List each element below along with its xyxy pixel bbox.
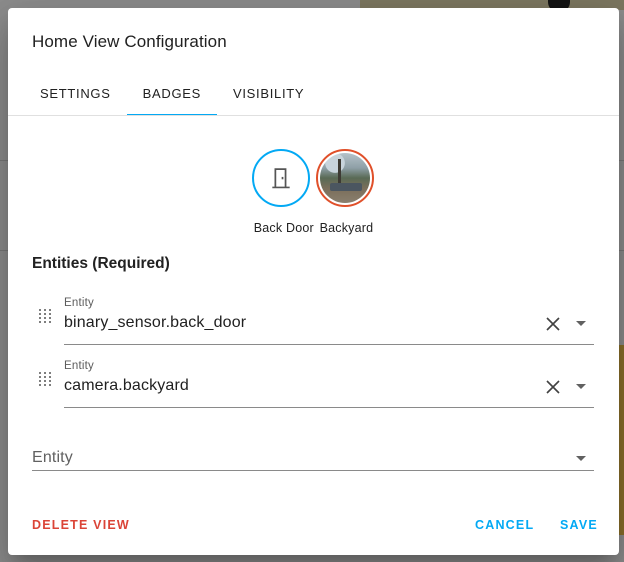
entity-field-value[interactable]: binary_sensor.back_door — [64, 314, 246, 332]
chevron-down-icon[interactable] — [576, 384, 586, 389]
save-button[interactable]: SAVE — [560, 518, 598, 532]
badge-circle — [252, 149, 310, 207]
chevron-down-icon[interactable] — [576, 456, 586, 461]
entity-field-value[interactable]: camera.backyard — [64, 377, 189, 395]
new-entity-picker[interactable]: Entity — [32, 439, 594, 471]
badge-label-backyard: Backyard — [319, 221, 374, 235]
tab-settings[interactable]: SETTINGS — [24, 70, 127, 116]
view-config-dialog: Home View Configuration SETTINGS BADGES … — [8, 8, 619, 555]
entity-field[interactable]: Entity binary_sensor.back_door — [64, 287, 594, 345]
entity-row: Entity camera.backyard — [32, 350, 602, 408]
clear-icon[interactable] — [544, 378, 562, 396]
door-icon — [272, 168, 290, 189]
delete-view-button[interactable]: DELETE VIEW — [32, 518, 130, 532]
badge-backyard[interactable] — [315, 149, 375, 207]
cancel-button[interactable]: CANCEL — [475, 518, 534, 532]
badge-labels: Back Door Backyard — [8, 221, 619, 235]
entity-field-label: Entity — [64, 360, 94, 372]
badge-circle — [316, 149, 374, 207]
drag-handle-icon[interactable] — [38, 309, 51, 325]
entity-field-label: Entity — [64, 297, 94, 309]
dialog-title: Home View Configuration — [32, 32, 227, 51]
chevron-down-icon[interactable] — [576, 321, 586, 326]
entities-section-title: Entities (Required) — [32, 255, 170, 272]
tab-visibility[interactable]: VISIBILITY — [217, 70, 320, 116]
tabs-divider — [8, 115, 619, 116]
badge-back-door[interactable] — [251, 149, 311, 207]
new-entity-placeholder[interactable]: Entity — [32, 449, 73, 467]
tab-badges[interactable]: BADGES — [126, 70, 218, 116]
entity-row: Entity binary_sensor.back_door — [32, 287, 602, 345]
badge-label-back-door: Back Door — [253, 221, 314, 235]
camera-thumbnail — [320, 153, 370, 203]
tab-bar: SETTINGS BADGES VISIBILITY — [24, 70, 320, 116]
entity-field[interactable]: Entity camera.backyard — [64, 350, 594, 408]
clear-icon[interactable] — [544, 315, 562, 333]
drag-handle-icon[interactable] — [38, 372, 51, 388]
